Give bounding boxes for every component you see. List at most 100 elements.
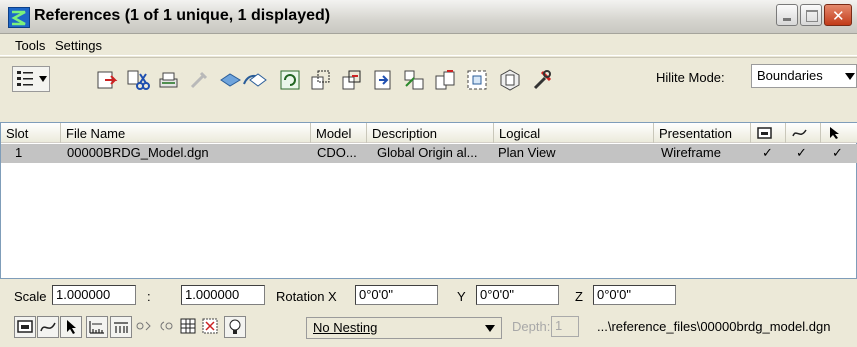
- attach-icon: [97, 71, 118, 89]
- display-icon: [17, 320, 33, 333]
- printer-icon: [159, 72, 178, 88]
- column-snap[interactable]: [786, 123, 821, 143]
- minimize-button[interactable]: [776, 4, 798, 26]
- column-file-name[interactable]: File Name: [61, 123, 311, 143]
- list-view-dropdown[interactable]: [12, 66, 50, 92]
- clip-front-button[interactable]: [465, 68, 489, 92]
- scale-icon: [311, 70, 330, 90]
- rotation-x-label: Rotation X: [276, 289, 337, 304]
- scale-button[interactable]: [309, 68, 333, 92]
- title-bar[interactable]: References (1 of 1 unique, 1 displayed) …: [0, 0, 857, 34]
- mirror-button[interactable]: [340, 68, 364, 92]
- hilite-mode-label: Hilite Mode:: [656, 70, 725, 85]
- clip-mask-icon: [404, 70, 424, 90]
- row-display-check[interactable]: ✓: [762, 145, 773, 161]
- row-description: Global Origin al...: [377, 145, 478, 160]
- row-snap-check[interactable]: ✓: [796, 145, 807, 161]
- chevron-down-icon: [485, 325, 495, 332]
- maximize-button[interactable]: [800, 4, 822, 26]
- display-icon: [757, 127, 772, 139]
- grid-icon: [180, 318, 196, 334]
- rotation-x-field[interactable]: 0°0'0": [355, 285, 438, 305]
- move-reference-button[interactable]: [218, 68, 268, 92]
- close-icon: ✕: [832, 7, 845, 25]
- column-slot[interactable]: Slot: [1, 123, 61, 143]
- table-header: Slot File Name Model Description Logical…: [1, 123, 857, 143]
- detach-reference-button[interactable]: [126, 68, 150, 92]
- nesting-value: No Nesting: [313, 320, 378, 335]
- microstation-icon: [8, 7, 30, 28]
- settings-bar: No Nesting Depth: 1 ...\reference_files\…: [0, 312, 857, 347]
- ignore-attachment-button[interactable]: [200, 316, 222, 338]
- line-style-button[interactable]: [110, 316, 132, 338]
- rotation-z-field[interactable]: 0°0'0": [593, 285, 676, 305]
- snap-icon: [40, 322, 56, 332]
- reload-button[interactable]: [156, 68, 180, 92]
- rotate-button[interactable]: [278, 68, 302, 92]
- snap-mode-button[interactable]: [134, 316, 156, 338]
- rotate-icon: [280, 70, 300, 90]
- scale-master-field[interactable]: 1.000000: [52, 285, 136, 305]
- display-toggle-button[interactable]: [14, 316, 36, 338]
- column-description[interactable]: Description: [367, 123, 494, 143]
- scale-reference-field[interactable]: 1.000000: [181, 285, 265, 305]
- rotation-y-field[interactable]: 0°0'0": [476, 285, 559, 305]
- nesting-select[interactable]: No Nesting: [306, 317, 502, 339]
- scale-separator: :: [147, 289, 151, 304]
- column-logical[interactable]: Logical: [494, 123, 654, 143]
- delete-clip-icon: [435, 70, 455, 90]
- hexagon-icon: [500, 69, 520, 91]
- mirror-icon: [342, 70, 361, 90]
- clip-icon: [374, 70, 391, 90]
- chevron-down-icon: [845, 73, 855, 80]
- menu-bar: Tools Settings: [0, 34, 857, 56]
- references-list[interactable]: Slot File Name Model Description Logical…: [0, 122, 857, 279]
- tools-icon: [533, 70, 552, 90]
- level-display-button[interactable]: [86, 316, 108, 338]
- row-locate-check[interactable]: ✓: [832, 145, 843, 161]
- hilite-mode-select[interactable]: Boundaries: [751, 64, 857, 88]
- move-icon: [220, 73, 267, 87]
- arrows-icon: [136, 321, 151, 331]
- cursor-arrow-icon: [67, 320, 76, 334]
- lightbulb-button[interactable]: [224, 316, 246, 338]
- column-presentation[interactable]: Presentation: [654, 123, 751, 143]
- menu-settings[interactable]: Settings: [55, 38, 102, 53]
- transform-bar: Scale 1.000000 : 1.000000 Rotation X 0°0…: [0, 282, 857, 312]
- column-display[interactable]: [751, 123, 786, 143]
- disabled-tool-button[interactable]: [187, 68, 211, 92]
- snapshot-button[interactable]: [498, 68, 522, 92]
- locate-mode-icon: [160, 321, 173, 331]
- row-logical: Plan View: [498, 145, 556, 160]
- references-window: References (1 of 1 unique, 1 displayed) …: [0, 0, 857, 347]
- locate-mode-button[interactable]: [156, 316, 178, 338]
- line-style-icon: [114, 322, 128, 333]
- list-icon: [17, 71, 33, 86]
- menu-tools[interactable]: Tools: [15, 38, 45, 53]
- ignore-icon: [202, 318, 218, 334]
- rotation-y-label: Y: [457, 289, 466, 304]
- depth-field[interactable]: 1: [551, 316, 579, 337]
- snap-toggle-button[interactable]: [37, 316, 59, 338]
- column-model[interactable]: Model: [311, 123, 367, 143]
- row-file-name: 00000BRDG_Model.dgn: [67, 145, 209, 160]
- scissors-icon: [127, 70, 150, 90]
- attach-reference-button[interactable]: [95, 68, 119, 92]
- file-path: ...\reference_files\00000brdg_model.dgn: [597, 319, 831, 334]
- row-slot: 1: [15, 145, 23, 160]
- locate-toggle-button[interactable]: [60, 316, 82, 338]
- column-locate[interactable]: [821, 123, 857, 143]
- grid-button[interactable]: [178, 316, 200, 338]
- tools-settings-button[interactable]: [530, 68, 554, 92]
- window-title: References (1 of 1 unique, 1 displayed): [34, 7, 331, 24]
- toolbar: Hilite Mode: Boundaries: [0, 57, 857, 117]
- clip-front-icon: [467, 70, 487, 90]
- snap-icon: [792, 129, 807, 137]
- scale-label: Scale: [14, 289, 47, 304]
- row-presentation: Wireframe: [661, 145, 721, 160]
- clip-mask-button[interactable]: [402, 68, 426, 92]
- delete-clip-button[interactable]: [433, 68, 457, 92]
- clip-boundary-button[interactable]: [371, 68, 395, 92]
- table-row[interactable]: 1 00000BRDG_Model.dgn CDO... Global Orig…: [1, 144, 857, 163]
- close-button[interactable]: ✕: [824, 4, 852, 26]
